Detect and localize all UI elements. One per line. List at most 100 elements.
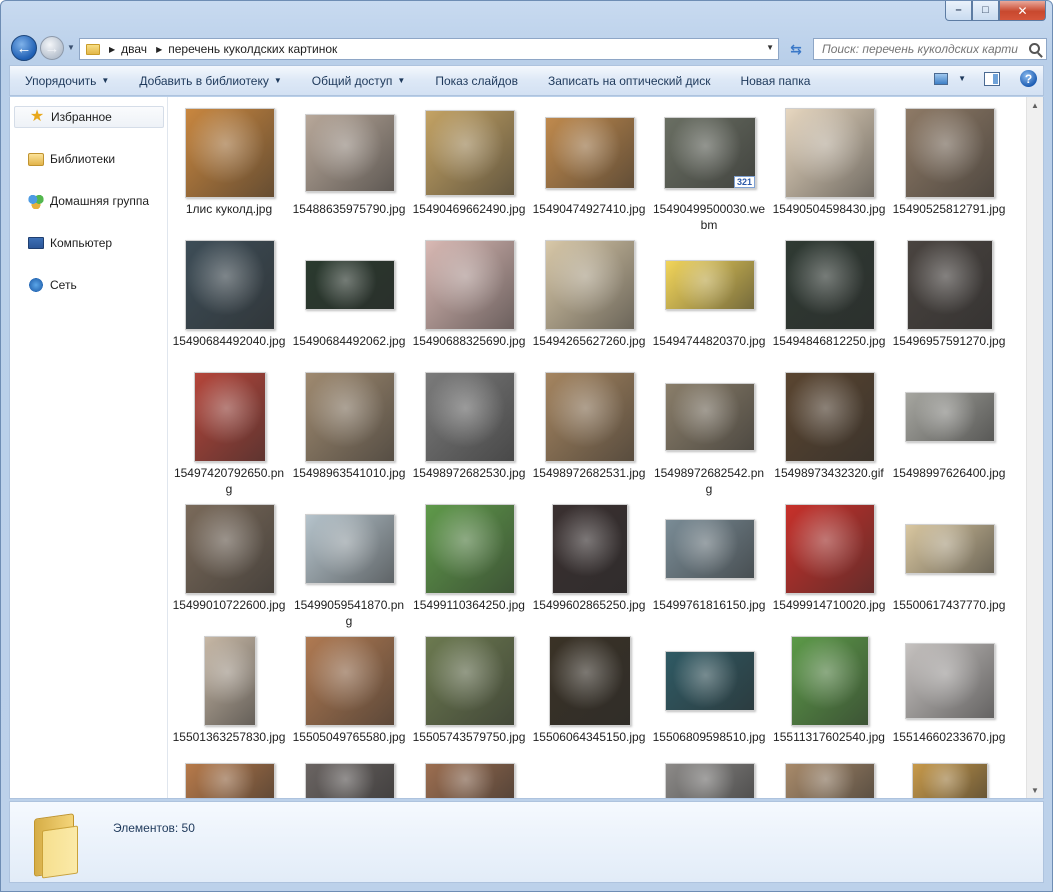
file-item[interactable]: 15498972682542.png <box>649 367 769 497</box>
file-item[interactable]: 15499761816150.jpg <box>649 499 769 629</box>
file-item[interactable]: 15497420792650.png <box>169 367 289 497</box>
add-to-library-button[interactable]: Добавить в библиотеку ▼ <box>124 66 296 95</box>
file-item[interactable]: 15498972682531.jpg <box>529 367 649 497</box>
caption-buttons: – □ ✕ <box>945 1 1046 21</box>
file-item[interactable]: 15501363257830.jpg <box>169 631 289 761</box>
thumbnail-image <box>665 260 755 310</box>
history-dropdown-icon[interactable]: ▼ <box>67 43 75 52</box>
view-dropdown-icon[interactable]: ▼ <box>958 74 966 83</box>
file-item[interactable] <box>649 763 769 798</box>
file-name: 15506064345150.jpg <box>532 730 646 744</box>
close-button[interactable]: ✕ <box>999 1 1046 21</box>
file-item[interactable]: 15505049765580.jpg <box>289 631 409 761</box>
minimize-button[interactable]: – <box>945 1 972 21</box>
scroll-down-icon[interactable]: ▼ <box>1027 782 1043 798</box>
file-item[interactable] <box>289 763 409 798</box>
breadcrumb-item[interactable]: перечень куколдских картинок <box>168 42 337 56</box>
file-name: 15498972682542.png <box>653 466 765 496</box>
file-item[interactable]: 15514660233670.jpg <box>889 631 1009 761</box>
search-input[interactable] <box>820 41 1020 57</box>
thumbnail-image <box>425 763 515 798</box>
slideshow-button[interactable]: Показ слайдов <box>420 66 533 95</box>
file-name: 15498972682530.jpg <box>412 466 526 480</box>
refresh-button[interactable]: ⇆ <box>783 38 809 60</box>
thumbnail-image <box>791 636 869 726</box>
file-item[interactable]: 15498972682530.jpg <box>409 367 529 497</box>
thumbnail-image <box>785 372 875 462</box>
file-item[interactable]: 15498997626400.jpg <box>889 367 1009 497</box>
vertical-scrollbar[interactable]: ▲ ▼ <box>1026 97 1043 798</box>
file-item[interactable]: 15499110364250.jpg <box>409 499 529 629</box>
file-name: 15490525812791.jpg <box>892 202 1006 216</box>
file-item[interactable] <box>529 763 649 798</box>
file-item[interactable]: 15499059541870.png <box>289 499 409 629</box>
file-item[interactable]: 15505743579750.jpg <box>409 631 529 761</box>
thumbnail-image <box>552 504 628 594</box>
preview-pane-icon[interactable] <box>984 71 1000 86</box>
burn-to-disc-button[interactable]: Записать на оптический диск <box>533 66 726 95</box>
address-dropdown-icon[interactable]: ▼ <box>766 43 774 52</box>
search-icon[interactable] <box>1029 43 1040 54</box>
new-folder-button[interactable]: Новая папка <box>725 66 825 95</box>
thumbnail-image <box>912 763 988 798</box>
forward-button[interactable]: → <box>40 36 64 60</box>
breadcrumb-item[interactable]: двач <box>121 42 147 56</box>
file-name: 15511317602540.jpg <box>773 730 885 744</box>
sidebar-item-favorites[interactable]: ★ Избранное <box>14 106 164 128</box>
thumbnail-image <box>185 240 275 330</box>
share-button[interactable]: Общий доступ ▼ <box>297 66 421 95</box>
file-item[interactable]: 15490684492062.jpg <box>289 235 409 365</box>
thumbnail-image <box>665 383 755 451</box>
file-item[interactable]: 15499010722600.jpg <box>169 499 289 629</box>
maximize-button[interactable]: □ <box>972 1 999 21</box>
network-icon <box>28 277 44 293</box>
sidebar-item-computer[interactable]: Компьютер <box>14 232 164 254</box>
thumbnail-image <box>785 763 875 798</box>
homegroup-icon <box>28 193 44 209</box>
file-item[interactable]: 15494265627260.jpg <box>529 235 649 365</box>
file-item[interactable]: 15490525812791.jpg <box>889 103 1009 233</box>
file-item[interactable]: 15490688325690.jpg <box>409 235 529 365</box>
file-item[interactable]: 15490684492040.jpg <box>169 235 289 365</box>
file-item[interactable]: 15498973432320.gif <box>769 367 889 497</box>
file-item[interactable]: 15499602865250.jpg <box>529 499 649 629</box>
help-icon[interactable]: ? <box>1020 70 1037 87</box>
file-item[interactable]: 15494744820370.jpg <box>649 235 769 365</box>
file-item[interactable] <box>889 763 1009 798</box>
file-item[interactable]: 15500617437770.jpg <box>889 499 1009 629</box>
sidebar-item-libraries[interactable]: Библиотеки <box>14 148 164 170</box>
address-bar[interactable]: ▶ двач ▶ перечень куколдских картинок ▼ <box>79 38 779 60</box>
file-item[interactable] <box>769 763 889 798</box>
navigation-row: ← → ▼ ▶ двач ▶ перечень куколдских карти… <box>9 33 1047 61</box>
file-item[interactable] <box>409 763 529 798</box>
search-box[interactable] <box>813 38 1047 60</box>
file-item[interactable]: 15499914710020.jpg <box>769 499 889 629</box>
back-button[interactable]: ← <box>11 35 37 61</box>
file-name: 15490684492062.jpg <box>292 334 406 348</box>
scroll-up-icon[interactable]: ▲ <box>1027 97 1043 113</box>
file-item[interactable]: 15494846812250.jpg <box>769 235 889 365</box>
breadcrumb-chevron-icon[interactable]: ▶ <box>156 45 162 54</box>
file-item[interactable]: 15490504598430.jpg <box>769 103 889 233</box>
file-item[interactable]: 15511317602540.jpg <box>769 631 889 761</box>
organize-button[interactable]: Упорядочить ▼ <box>10 66 124 95</box>
breadcrumb-chevron-icon[interactable]: ▶ <box>109 45 115 54</box>
file-name: 15490684492040.jpg <box>172 334 286 348</box>
file-item[interactable]: 1лис куколд.jpg <box>169 103 289 233</box>
file-item[interactable]: 15490474927410.jpg <box>529 103 649 233</box>
file-name: 15497420792650.png <box>173 466 285 496</box>
file-item[interactable] <box>169 763 289 798</box>
file-item[interactable]: 321 15490499500030.webm <box>649 103 769 233</box>
file-item[interactable]: 15506809598510.jpg <box>649 631 769 761</box>
chevron-down-icon: ▼ <box>273 76 282 85</box>
change-view-icon[interactable] <box>934 72 949 85</box>
file-item[interactable]: 15506064345150.jpg <box>529 631 649 761</box>
file-item[interactable]: 15488635975790.jpg <box>289 103 409 233</box>
thumbnail-image <box>194 372 266 462</box>
file-item[interactable]: 15496957591270.jpg <box>889 235 1009 365</box>
file-name: 15494846812250.jpg <box>772 334 886 348</box>
file-item[interactable]: 15490469662490.jpg <box>409 103 529 233</box>
file-item[interactable]: 15498963541010.jpg <box>289 367 409 497</box>
sidebar-item-network[interactable]: Сеть <box>14 274 164 296</box>
sidebar-item-homegroup[interactable]: Домашняя группа <box>14 190 164 212</box>
